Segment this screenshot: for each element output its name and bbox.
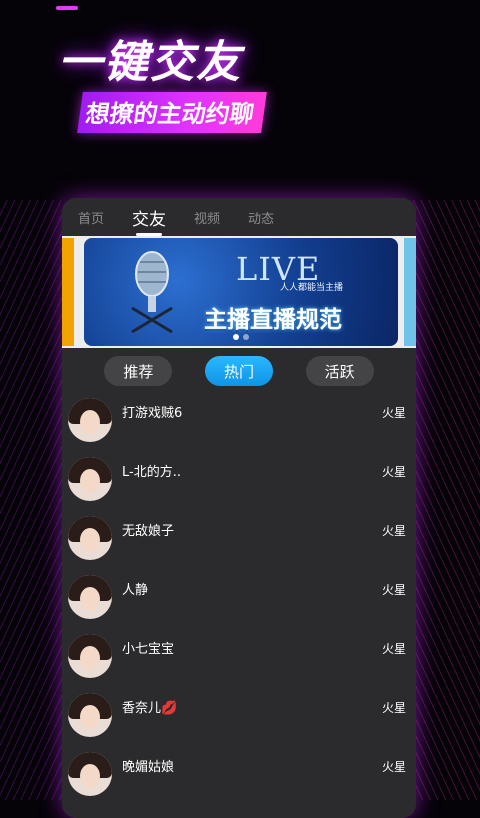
hero-subtitle: 想撩的主动约聊 <box>77 92 267 133</box>
filter-popular[interactable]: 热门 <box>204 356 273 386</box>
user-location: 火星 <box>381 642 406 656</box>
user-name: L-北的方.. <box>122 465 181 480</box>
user-location: 火星 <box>381 465 406 479</box>
user-name: 打游戏贼6 <box>122 406 183 421</box>
filter-active[interactable]: 活跃 <box>305 356 374 386</box>
avatar[interactable] <box>68 457 112 501</box>
app-panel: 首页 交友 视频 动态 LIVE 人人都能当主播 主播直播规范 推荐 热门 活跃… <box>62 198 416 818</box>
user-location: 火星 <box>381 524 406 538</box>
user-location: 火星 <box>381 701 406 715</box>
microphone-icon <box>131 251 173 334</box>
avatar[interactable] <box>68 516 112 560</box>
list-item[interactable]: 香奈儿💋 火星 <box>62 691 416 750</box>
avatar[interactable] <box>68 752 112 796</box>
carousel-dot <box>243 334 249 340</box>
banner-slide[interactable]: LIVE 人人都能当主播 主播直播规范 <box>84 238 398 346</box>
user-location: 火星 <box>381 583 406 597</box>
tab-moments[interactable]: 动态 <box>248 208 274 227</box>
user-name: 人静 <box>122 583 149 598</box>
list-item[interactable]: 小七宝宝 火星 <box>62 632 416 691</box>
banner-next-peek[interactable] <box>404 238 416 346</box>
tab-home[interactable]: 首页 <box>78 208 104 227</box>
list-item[interactable]: L-北的方.. 火星 <box>62 455 416 514</box>
user-location: 火星 <box>381 760 406 774</box>
banner-prev-peek[interactable] <box>62 238 74 346</box>
user-name: 香奈儿💋 <box>122 701 178 716</box>
banner-carousel[interactable]: LIVE 人人都能当主播 主播直播规范 <box>62 236 416 348</box>
banner-live-subtitle: 人人都能当主播 <box>280 283 344 293</box>
banner-headline: 主播直播规范 <box>204 307 342 333</box>
user-name: 小七宝宝 <box>122 642 175 657</box>
accent-bar <box>56 6 78 10</box>
avatar[interactable] <box>68 634 112 678</box>
tab-friends[interactable]: 交友 <box>132 205 166 236</box>
user-name: 无敌娘子 <box>122 524 175 539</box>
avatar[interactable] <box>68 398 112 442</box>
avatar[interactable] <box>68 575 112 619</box>
list-item[interactable]: 人静 火星 <box>62 573 416 632</box>
carousel-dot-active <box>233 334 239 340</box>
top-tabs: 首页 交友 视频 动态 <box>62 198 416 236</box>
filter-bar: 推荐 热门 活跃 <box>62 348 416 394</box>
tab-video[interactable]: 视频 <box>194 208 220 227</box>
filter-recommended[interactable]: 推荐 <box>104 356 173 386</box>
list-item[interactable]: 晚媚姑娘 火星 <box>62 750 416 809</box>
user-location: 火星 <box>381 406 406 420</box>
list-item[interactable]: 无敌娘子 火星 <box>62 514 416 573</box>
list-item[interactable]: 打游戏贼6 火星 <box>62 396 416 455</box>
user-name: 晚媚姑娘 <box>122 760 175 775</box>
user-list: 打游戏贼6 火星 L-北的方.. 火星 无敌娘子 火星 人静 火星 小七宝宝 火… <box>62 394 416 809</box>
hero-title: 一键交友 <box>58 37 242 88</box>
carousel-dots <box>233 334 249 340</box>
avatar[interactable] <box>68 693 112 737</box>
